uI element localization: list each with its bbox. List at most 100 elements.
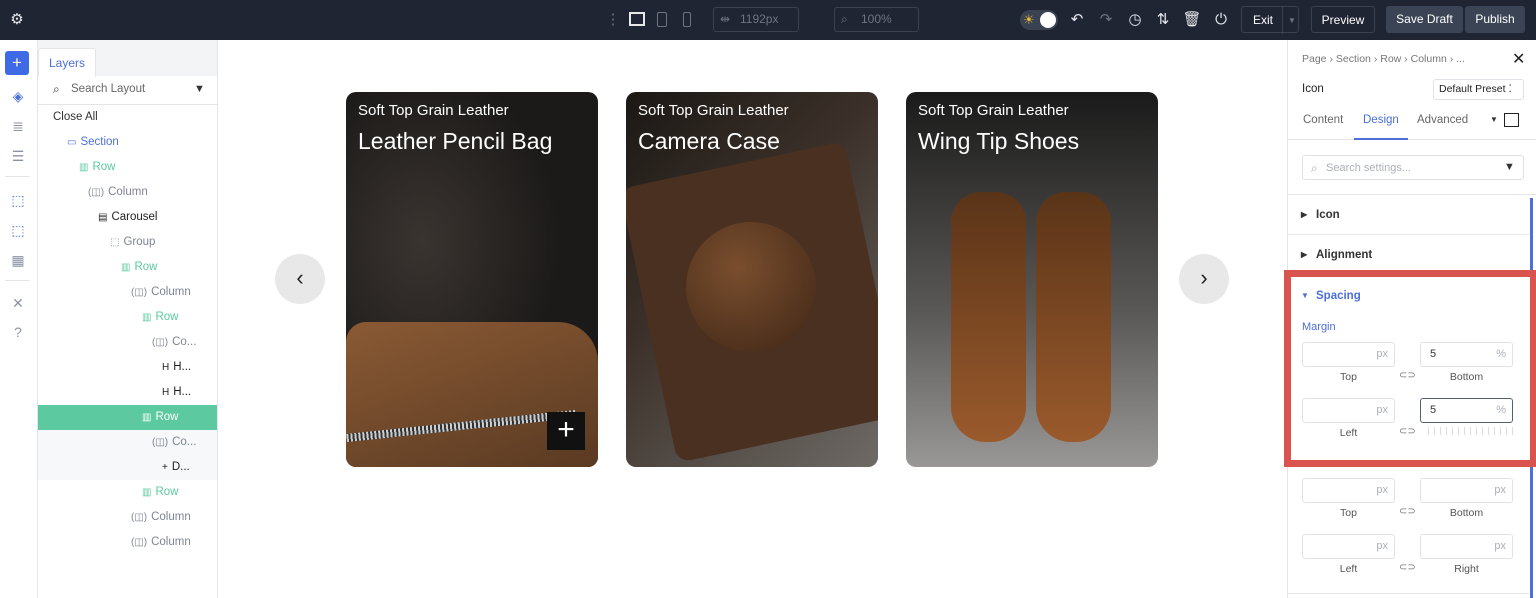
settings-gear-icon[interactable]: ⚙ <box>7 10 27 30</box>
tab-layers[interactable]: Layers <box>38 48 96 77</box>
database-icon[interactable]: ≣ <box>7 115 29 137</box>
layer-item-co[interactable]: (◫)Co... <box>38 330 217 355</box>
sort-icon[interactable]: ⇅ <box>1153 10 1173 30</box>
section-icon[interactable]: ▶Icon <box>1288 195 1529 235</box>
tab-content[interactable]: Content <box>1303 114 1343 126</box>
layer-item-row[interactable]: ▥ Row <box>38 155 217 180</box>
unit: % <box>1496 348 1506 360</box>
section-alignment[interactable]: ▶Alignment <box>1288 235 1529 275</box>
close-icon[interactable]: ✕ <box>1512 49 1525 69</box>
carousel-card[interactable]: Soft Top Grain Leather Wing Tip Shoes <box>906 92 1158 467</box>
width-icon: ⇹ <box>720 8 730 31</box>
zoom-field[interactable]: ⌕100% <box>834 7 919 32</box>
margin-right-input[interactable]: 5% <box>1420 398 1513 423</box>
undo-icon[interactable]: ↶ <box>1067 10 1087 30</box>
exit-dropdown-icon[interactable]: ▼ <box>1282 7 1296 34</box>
layer-item-column[interactable]: (◫)Column <box>38 280 217 305</box>
layer-item-carousel[interactable]: ▤ Carousel <box>38 205 217 230</box>
tab-design[interactable]: Design <box>1363 114 1399 126</box>
carousel-card[interactable]: + Soft Top Grain Leather Leather Pencil … <box>346 92 598 467</box>
section-spacing[interactable]: ▼Spacing <box>1316 290 1361 302</box>
add-icon[interactable]: + <box>5 51 29 75</box>
layer-type-icon: + <box>162 462 168 473</box>
tools-icon[interactable]: ✕ <box>7 292 29 314</box>
tab-dropdown-icon[interactable]: ▼ <box>1490 115 1498 124</box>
layer-label: Carousel <box>111 211 157 223</box>
close-all-button[interactable]: Close All <box>53 105 98 130</box>
breadcrumb-more[interactable]: ... <box>1456 53 1465 65</box>
exit-button[interactable]: Exit ▼ <box>1241 6 1299 33</box>
layer-label: Row <box>155 311 178 323</box>
save-draft-button[interactable]: Save Draft <box>1386 6 1463 33</box>
breadcrumb-page[interactable]: Page <box>1302 53 1327 65</box>
layer-item-section[interactable]: ▭Section <box>38 130 217 155</box>
layer-item-d[interactable]: +D... <box>38 455 217 480</box>
tablet-view-icon[interactable] <box>657 12 667 27</box>
link-icon[interactable]: ⊂⊃ <box>1399 370 1416 381</box>
layers-icon[interactable]: ◈ <box>7 85 29 107</box>
trash-icon[interactable]: 🗑 <box>1182 10 1202 30</box>
desktop-view-icon[interactable] <box>629 12 645 26</box>
layer-type-icon: ▥ <box>79 162 88 173</box>
carousel-prev-button[interactable]: ‹ <box>275 254 325 304</box>
layer-item-column[interactable]: (◫)Column <box>38 505 217 530</box>
layer-item-h[interactable]: HH... <box>38 380 217 405</box>
link-icon[interactable]: ⊂⊃ <box>1399 562 1416 573</box>
preview-button[interactable]: Preview <box>1311 6 1375 33</box>
exit-label: Exit <box>1253 13 1273 27</box>
settings-search-input[interactable]: ⌕ Search settings... ▼ <box>1302 155 1524 180</box>
carousel-card[interactable]: Soft Top Grain Leather Camera Case <box>626 92 878 467</box>
layer-type-icon: ▤ <box>98 212 107 223</box>
value-slider[interactable] <box>1428 427 1513 435</box>
layer-item-h[interactable]: HH... <box>38 355 217 380</box>
padding-top-input[interactable]: px <box>1302 478 1395 503</box>
redo-icon[interactable]: ↷ <box>1096 10 1116 30</box>
select-multiple-icon[interactable]: ⬚ <box>7 219 29 241</box>
tab-advanced[interactable]: Advanced <box>1417 114 1468 126</box>
layer-item-row[interactable]: ▥Row <box>38 480 217 505</box>
layers-search-input[interactable]: ⌕ Search Layout ▼ <box>38 76 217 105</box>
breadcrumb-section[interactable]: Section <box>1336 53 1371 65</box>
add-icon[interactable]: + <box>547 412 585 450</box>
canvas-width-field[interactable]: ⇹1192px <box>713 7 799 32</box>
layer-item-group[interactable]: ⬚Group <box>38 230 217 255</box>
unit: px <box>1376 348 1388 360</box>
margin-top-input[interactable]: px <box>1302 342 1395 367</box>
breadcrumb-column[interactable]: Column <box>1411 53 1447 65</box>
phone-view-icon[interactable] <box>683 12 691 27</box>
unit: px <box>1376 484 1388 496</box>
help-icon[interactable]: ? <box>7 321 29 343</box>
drag-handle-icon[interactable]: ⋮ <box>603 10 623 30</box>
layer-item-column[interactable]: (◫)Column <box>38 180 217 205</box>
history-icon[interactable]: ◷ <box>1125 10 1145 30</box>
padding-left-input[interactable]: px <box>1302 534 1395 559</box>
power-icon[interactable]: ⏻ <box>1211 10 1231 30</box>
layer-item-row[interactable]: ▥Row <box>38 255 217 280</box>
layer-type-icon: ▥ <box>142 312 151 323</box>
theme-toggle[interactable]: ☀ <box>1020 10 1058 30</box>
layer-label: Row <box>155 411 178 423</box>
view-mode-icon[interactable] <box>1504 113 1519 127</box>
layer-label: Column <box>151 536 191 548</box>
layer-item-column[interactable]: (◫)Column <box>38 530 217 555</box>
card-subtitle: Soft Top Grain Leather <box>918 102 1069 119</box>
publish-button[interactable]: Publish <box>1465 6 1525 33</box>
layer-item-row[interactable]: ▥ Row <box>38 305 217 330</box>
padding-right-input[interactable]: px <box>1420 534 1513 559</box>
carousel-next-button[interactable]: › <box>1179 254 1229 304</box>
layer-item-co[interactable]: (◫)Co... <box>38 430 217 455</box>
filter-icon[interactable]: ▼ <box>1504 161 1515 173</box>
layer-label: Row <box>92 161 115 173</box>
margin-left-input[interactable]: px <box>1302 398 1395 423</box>
layer-item-row[interactable]: ▥Row <box>38 405 217 430</box>
structure-icon[interactable]: ☰ <box>7 145 29 167</box>
template-preview-icon[interactable]: ▦ <box>7 249 29 271</box>
link-icon[interactable]: ⊂⊃ <box>1399 426 1416 437</box>
preset-select[interactable]: Default Preset ⁚ <box>1433 79 1524 100</box>
filter-icon[interactable]: ▼ <box>194 83 205 95</box>
select-element-icon[interactable]: ⬚ <box>7 189 29 211</box>
padding-bottom-input[interactable]: px <box>1420 478 1513 503</box>
link-icon[interactable]: ⊂⊃ <box>1399 506 1416 517</box>
breadcrumb-row[interactable]: Row <box>1380 53 1401 65</box>
margin-bottom-input[interactable]: 5% <box>1420 342 1513 367</box>
